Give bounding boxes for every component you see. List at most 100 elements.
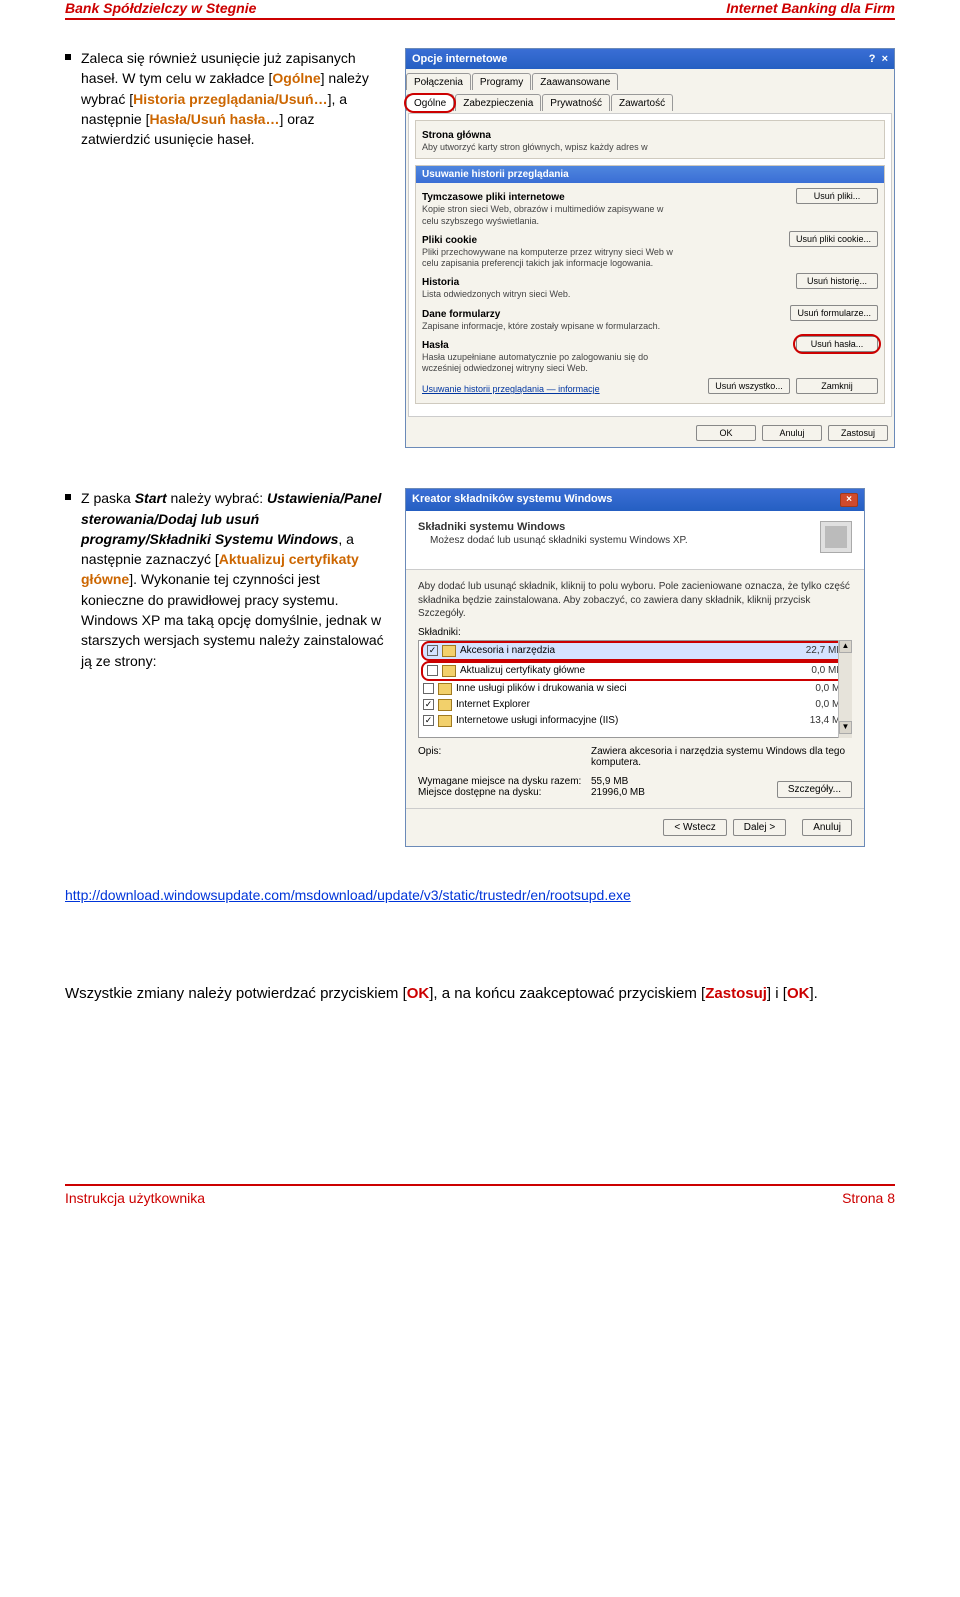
row-2: Z paska Start należy wybrać: Ustawienia/… — [65, 488, 895, 847]
home-desc: Aby utworzyć karty stron głównych, wpisz… — [422, 142, 682, 153]
row-1: Zaleca się również usunięcie już zapisan… — [65, 48, 895, 448]
hl-zastosuj: Zastosuj — [705, 985, 767, 1002]
hl-ok-1: OK — [407, 985, 430, 1002]
s4-d: Zapisane informacje, które zostały wpisa… — [422, 321, 660, 332]
ie-options-dialog: Opcje internetowe ? × Połączenia Program… — [405, 48, 895, 448]
folder-icon — [438, 683, 452, 695]
group-title: Usuwanie historii przeglądania — [416, 166, 884, 183]
btn-usun-hasla[interactable]: Usuń hasła... — [796, 336, 878, 352]
download-link[interactable]: http://download.windowsupdate.com/msdown… — [65, 887, 631, 903]
page-header: Bank Spółdzielczy w Stegnie Internet Ban… — [65, 0, 895, 20]
page-footer: Instrukcja użytkownika Strona 8 — [65, 1184, 895, 1206]
final-note: Wszystkie zmiany należy potwierdzać przy… — [65, 983, 895, 1004]
s3-d: Lista odwiedzonych witryn sieci Web. — [422, 289, 570, 300]
btn-dalej[interactable]: Dalej > — [733, 819, 786, 836]
free-val: 21996,0 MB — [591, 787, 645, 798]
dialog-footer: OK Anuluj Zastosuj — [406, 419, 894, 447]
tabs-row2: Połączenia Programy Zaawansowane — [406, 69, 894, 90]
wizard-para: Aby dodać lub usunąć składnik, kliknij t… — [418, 580, 852, 621]
bullet-1: Zaleca się również usunięcie już zapisan… — [65, 48, 385, 149]
footer-left: Instrukcja użytkownika — [65, 1190, 205, 1206]
btn-ok[interactable]: OK — [696, 425, 756, 441]
desc-val: Zawiera akcesoria i narzędzia systemu Wi… — [591, 746, 852, 768]
btn-usun-cookie[interactable]: Usuń pliki cookie... — [789, 231, 878, 247]
wizard-title: Kreator składników systemu Windows — [412, 493, 612, 507]
free-key: Miejsce dostępne na dysku: — [418, 787, 583, 798]
req-val: 55,9 MB — [591, 776, 628, 787]
checkbox-icon[interactable] — [427, 665, 438, 676]
dialog-titlebar: Opcje internetowe ? × — [406, 49, 894, 69]
s1-h: Tymczasowe pliki internetowe — [422, 192, 682, 203]
close-icon[interactable]: × — [840, 493, 858, 507]
group-strona-glowna: Strona główna Aby utworzyć karty stron g… — [415, 120, 885, 159]
link-informacje[interactable]: Usuwanie historii przeglądania — informa… — [422, 384, 600, 394]
tab-zaawansowane[interactable]: Zaawansowane — [532, 73, 618, 90]
s3-h: Historia — [422, 277, 570, 288]
tab-zabezpieczenia[interactable]: Zabezpieczenia — [455, 94, 541, 111]
chevron-up-icon[interactable]: ▲ — [839, 640, 852, 653]
btn-zastosuj[interactable]: Zastosuj — [828, 425, 888, 441]
folder-icon — [442, 645, 456, 657]
req-key: Wymagane miejsce na dysku razem: — [418, 776, 583, 787]
btn-usun-historie[interactable]: Usuń historię... — [796, 273, 878, 289]
bullet-1-text: Zaleca się również usunięcie już zapisan… — [81, 48, 385, 149]
components-label: Składniki: — [418, 627, 852, 638]
list-item: Inne usługi plików i drukowania w sieci … — [419, 681, 851, 697]
dialog-title: Opcje internetowe — [412, 53, 507, 65]
tab-prywatnosc[interactable]: Prywatność — [542, 94, 610, 111]
btn-usun-formularze[interactable]: Usuń formularze... — [790, 305, 878, 321]
s4-h: Dane formularzy — [422, 309, 660, 320]
list-item: ✓ Akcesoria i narzędzia 22,7 MB — [421, 641, 849, 661]
tabs-row1: Ogólne Zabezpieczenia Prywatność Zawarto… — [406, 90, 894, 111]
s2-h: Pliki cookie — [422, 235, 682, 246]
hl-ogolne: Ogólne — [272, 70, 320, 86]
btn-usun-wszystko[interactable]: Usuń wszystko... — [708, 378, 790, 394]
help-icon[interactable]: ? — [869, 53, 876, 65]
wizard-heading: Składniki systemu Windows — [418, 521, 810, 533]
cert-icon — [442, 665, 456, 677]
group-usuwanie-historii: Usuwanie historii przeglądania Tymczasow… — [415, 165, 885, 404]
start-btn-ref: Start — [135, 490, 167, 506]
desc-key: Opis: — [418, 746, 583, 768]
hl-hasla: Hasła/Usuń hasła… — [150, 111, 280, 127]
header-right: Internet Banking dla Firm — [726, 0, 895, 16]
list-item: ✓ Internetowe usługi informacyjne (IIS) … — [419, 713, 851, 729]
btn-anuluj-2[interactable]: Anuluj — [802, 819, 852, 836]
s2-d: Pliki przechowywane na komputerze przez … — [422, 247, 682, 270]
tab-ogolne[interactable]: Ogólne — [406, 94, 454, 111]
scrollbar[interactable]: ▲ ▼ — [838, 640, 852, 738]
bullet-2: Z paska Start należy wybrać: Ustawienia/… — [65, 488, 385, 671]
checkbox-icon[interactable]: ✓ — [423, 715, 434, 726]
bullet-marker-2 — [65, 494, 71, 500]
header-left: Bank Spółdzielczy w Stegnie — [65, 0, 256, 16]
ie-icon — [438, 699, 452, 711]
tab-polaczenia[interactable]: Połączenia — [406, 73, 471, 90]
list-item: ✓ Internet Explorer 0,0 MB — [419, 697, 851, 713]
checkbox-icon[interactable]: ✓ — [423, 699, 434, 710]
btn-szczegoly[interactable]: Szczegóły... — [777, 781, 852, 798]
wizard-sub: Możesz dodać lub usunąć składniki system… — [430, 535, 810, 546]
wizard-titlebar: Kreator składników systemu Windows × — [406, 489, 864, 511]
tab-programy[interactable]: Programy — [472, 73, 531, 90]
bullet-2-text: Z paska Start należy wybrać: Ustawienia/… — [81, 488, 385, 671]
btn-wstecz[interactable]: < Wstecz — [663, 819, 726, 836]
checkbox-icon[interactable] — [423, 683, 434, 694]
setup-icon — [820, 521, 852, 553]
checkbox-icon[interactable]: ✓ — [427, 645, 438, 656]
close-icon[interactable]: × — [882, 53, 888, 65]
bullet-marker — [65, 54, 71, 60]
s5-d: Hasła uzupełniane automatycznie po zalog… — [422, 352, 682, 375]
btn-usun-pliki[interactable]: Usuń pliki... — [796, 188, 878, 204]
wizard-dialog: Kreator składników systemu Windows × Skł… — [405, 488, 865, 847]
hl-ok-2: OK — [787, 985, 810, 1002]
btn-zamknij[interactable]: Zamknij — [796, 378, 878, 394]
footer-right: Strona 8 — [842, 1190, 895, 1206]
components-listbox[interactable]: ✓ Akcesoria i narzędzia 22,7 MB Aktualiz… — [418, 640, 852, 738]
tab-zawartosc[interactable]: Zawartość — [611, 94, 673, 111]
s5-h: Hasła — [422, 340, 682, 351]
btn-anuluj[interactable]: Anuluj — [762, 425, 822, 441]
iis-icon — [438, 715, 452, 727]
s1-d: Kopie stron sieci Web, obrazów i multime… — [422, 204, 682, 227]
wizard-footer: < Wstecz Dalej > Anuluj — [406, 809, 864, 846]
chevron-down-icon[interactable]: ▼ — [839, 721, 852, 734]
